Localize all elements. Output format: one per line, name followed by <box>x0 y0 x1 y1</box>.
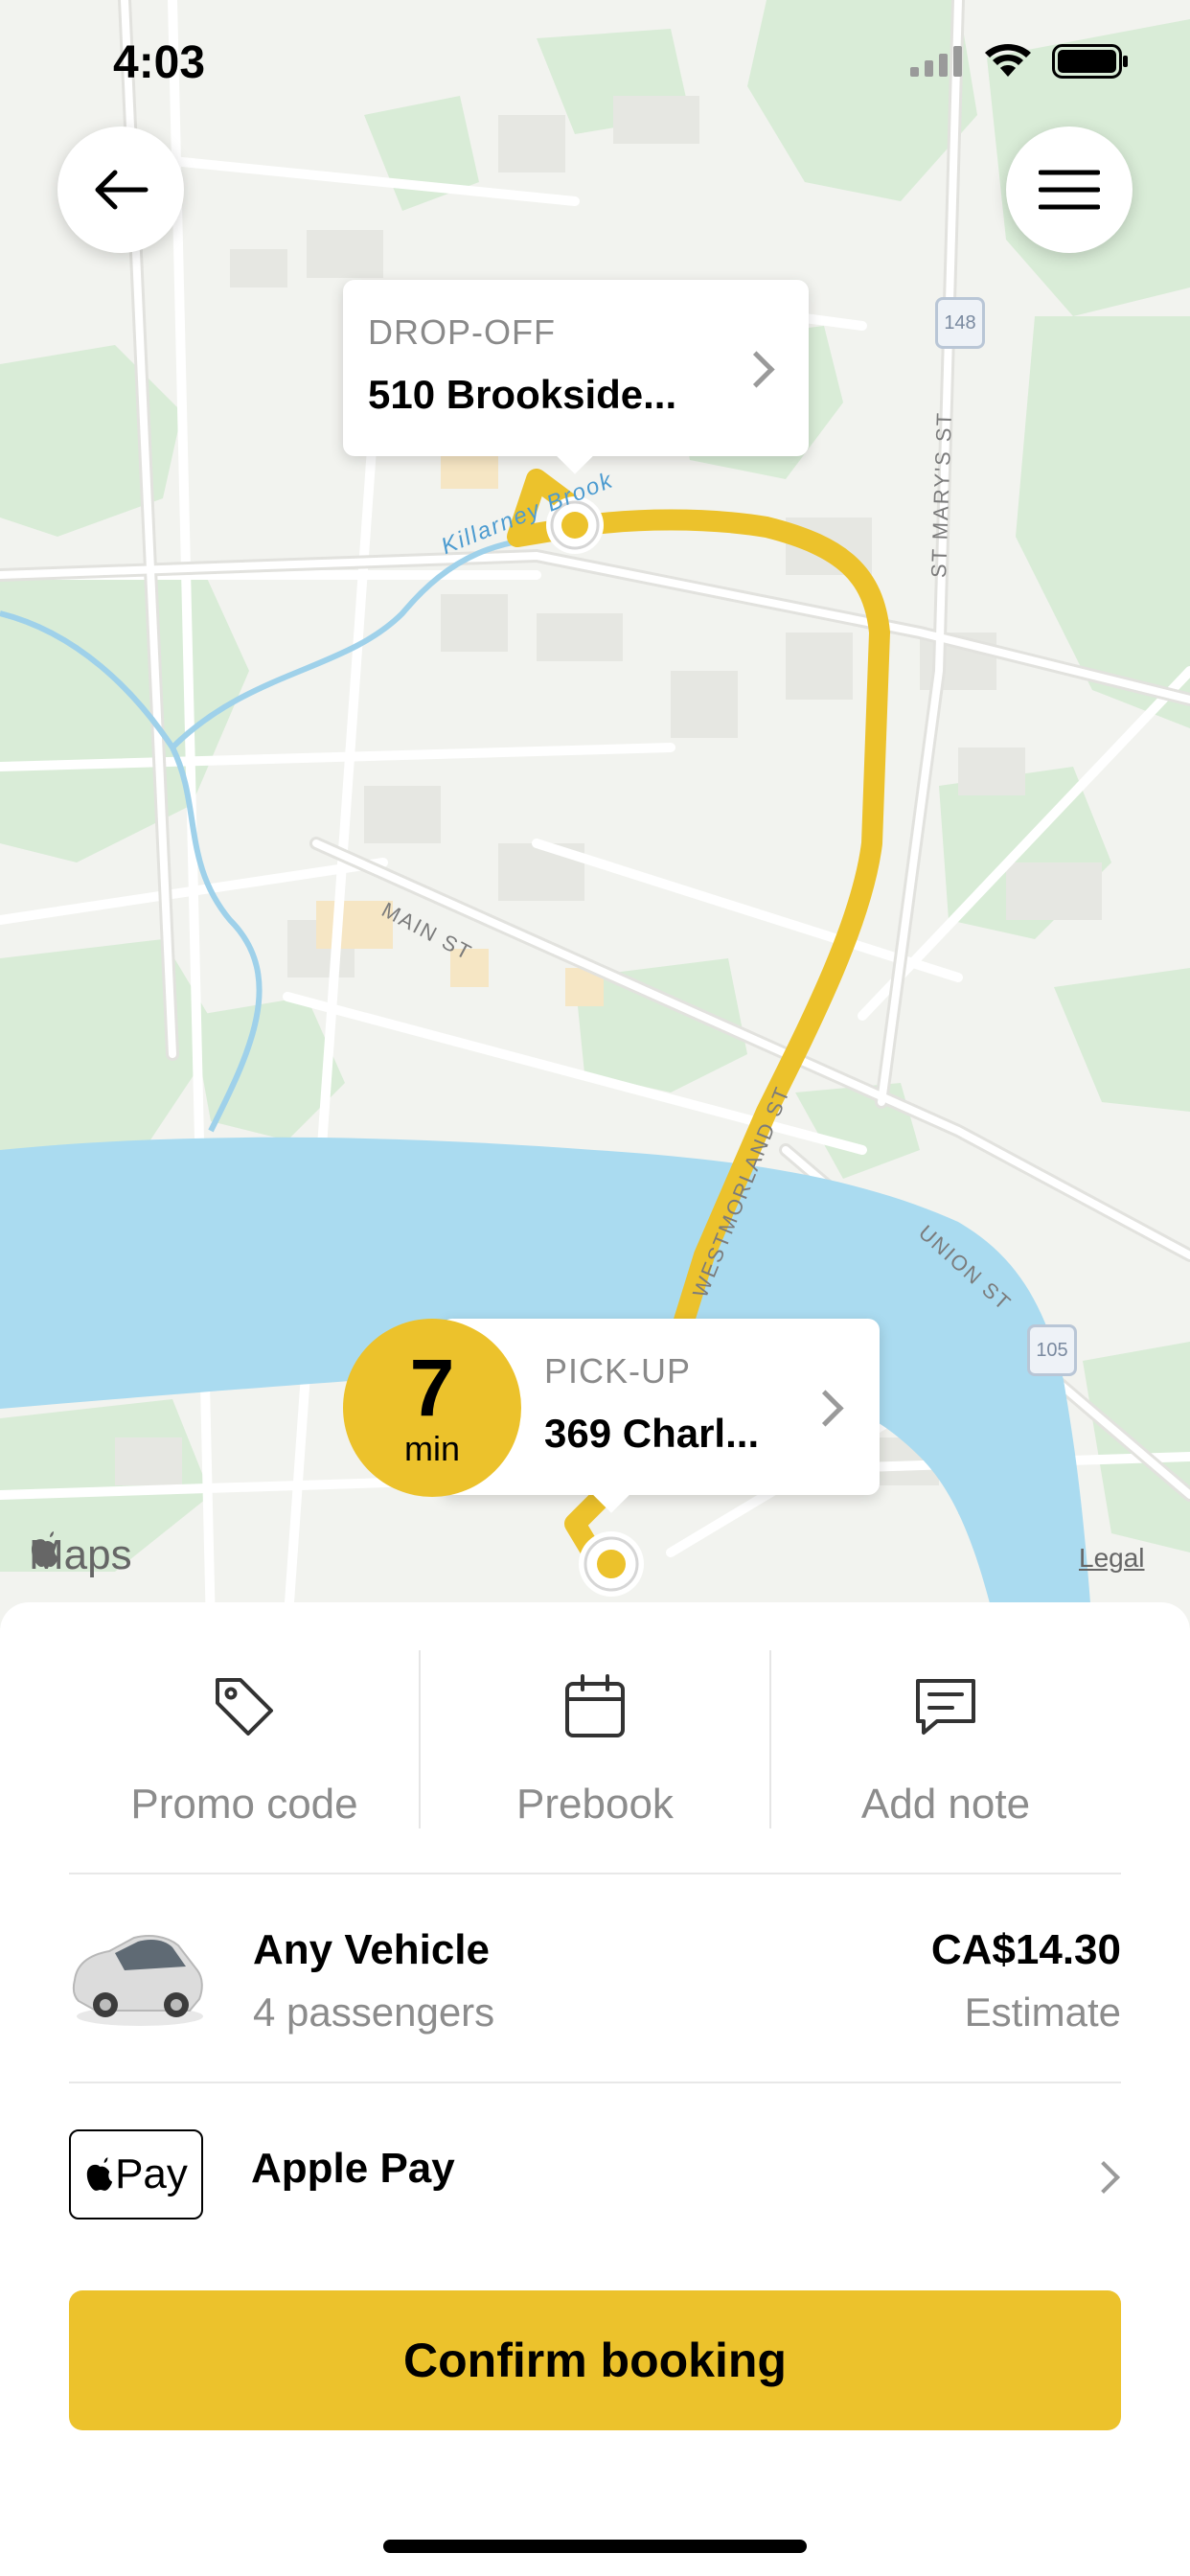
vehicle-name: Any Vehicle <box>253 1926 491 1973</box>
home-indicator[interactable] <box>383 2540 807 2553</box>
cellular-signal-icon <box>910 46 962 77</box>
back-button[interactable] <box>57 126 184 253</box>
status-icons <box>910 44 1129 79</box>
wifi-icon <box>985 44 1031 77</box>
calendar-icon <box>565 1674 625 1737</box>
add-note-label: Add note <box>860 1781 1031 1828</box>
back-arrow-icon <box>95 170 149 210</box>
route-shield-105: 105 <box>1027 1324 1077 1376</box>
confirm-booking-button[interactable]: Confirm booking <box>69 2290 1121 2430</box>
apple-logo-icon <box>86 2157 113 2191</box>
payment-chevron-icon <box>1087 2161 1120 2194</box>
dropoff-address: 510 Brookside... <box>368 372 677 417</box>
pickup-chevron-icon <box>807 1390 844 1427</box>
status-bar: 4:03 <box>0 0 1190 125</box>
vehicle-passengers: 4 passengers <box>253 1990 495 2035</box>
eta-unit: min <box>403 1429 460 1468</box>
apple-pay-badge-text: Pay <box>115 2150 188 2197</box>
apple-logo-icon <box>32 1531 58 1567</box>
tag-icon <box>216 1678 273 1736</box>
pickup-caption: PICK-UP <box>544 1351 692 1391</box>
promo-code-label: Promo code <box>130 1781 358 1828</box>
hamburger-menu-icon <box>1039 170 1100 210</box>
promo-code-button[interactable]: Promo code <box>69 1602 420 1832</box>
price-estimate: CA$14.30 <box>930 1926 1121 1973</box>
price-note: Estimate <box>964 1990 1121 2035</box>
dropoff-callout[interactable]: DROP-OFF 510 Brookside... <box>343 280 809 474</box>
vehicle-row[interactable]: Any Vehicle 4 passengers CA$14.30 Estima… <box>0 1874 1190 2082</box>
payment-method: Apple Pay <box>251 2145 455 2192</box>
apple-maps-attribution[interactable]: Maps <box>29 1531 132 1579</box>
status-time: 4:03 <box>113 37 206 88</box>
add-note-button[interactable]: Add note <box>770 1602 1121 1832</box>
menu-button[interactable] <box>1006 126 1133 253</box>
car-icon <box>72 1935 203 2026</box>
booking-screen: MAIN ST WESTMORLAND ST UNION ST ST MARY'… <box>0 0 1190 2576</box>
prebook-label: Prebook <box>516 1781 674 1828</box>
dropoff-chevron-icon <box>738 351 775 388</box>
pickup-address: 369 Charl... <box>544 1411 760 1456</box>
dropoff-caption: DROP-OFF <box>368 312 556 352</box>
apple-pay-badge: Pay <box>69 2129 203 2220</box>
note-icon <box>916 1679 975 1735</box>
pickup-marker <box>579 1531 644 1597</box>
eta-value: 7 <box>409 1343 455 1433</box>
eta-badge: 7 min <box>343 1319 521 1497</box>
route-shield-148: 148 <box>935 297 985 349</box>
prebook-button[interactable]: Prebook <box>420 1602 770 1832</box>
legal-link[interactable]: Legal <box>1079 1543 1145 1574</box>
battery-icon <box>1052 44 1128 79</box>
